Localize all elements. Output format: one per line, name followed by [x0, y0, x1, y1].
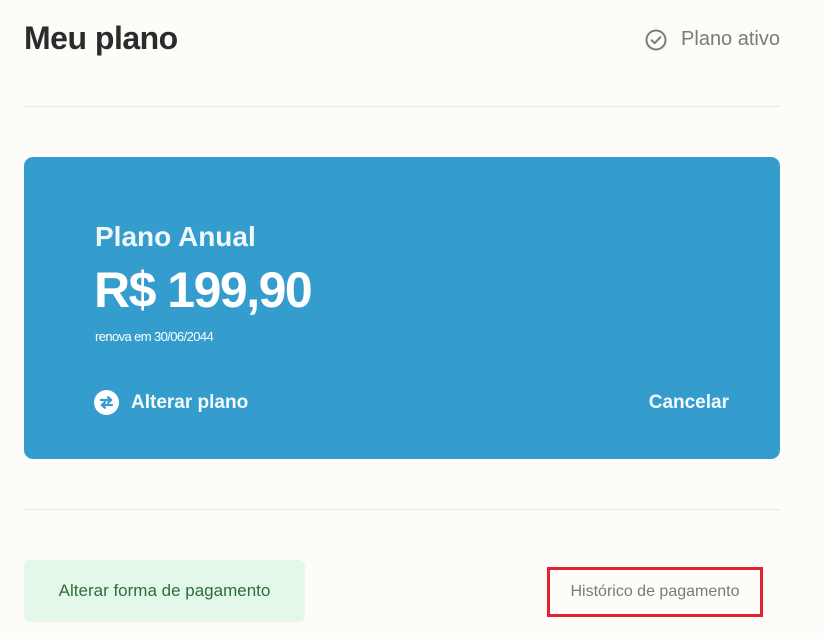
page-title: Meu plano — [24, 20, 178, 56]
change-plan-label: Alterar plano — [131, 391, 249, 413]
swap-arrows-icon — [94, 390, 119, 415]
plan-price: R$ 199,90 — [94, 262, 313, 318]
payment-history-label: Histórico de pagamento — [570, 583, 740, 600]
cancel-plan-button[interactable]: Cancelar — [649, 392, 729, 414]
change-plan-button[interactable]: Alterar plano — [94, 390, 248, 415]
change-payment-method-label: Alterar forma de pagamento — [58, 581, 271, 600]
plan-status: Plano ativo — [645, 28, 780, 51]
payment-history-link[interactable]: Histórico de pagamento — [547, 567, 763, 617]
top-divider — [24, 106, 780, 107]
plan-status-label: Plano ativo — [681, 28, 780, 50]
plan-renewal-date: renova em 30/06/2044 — [95, 329, 214, 344]
check-circle-icon — [645, 29, 667, 51]
change-payment-method-button[interactable]: Alterar forma de pagamento — [24, 560, 305, 622]
plan-card: Plano Anual R$ 199,90 renova em 30/06/20… — [24, 157, 780, 459]
plan-name: Plano Anual — [95, 221, 256, 252]
bottom-divider — [24, 509, 780, 510]
